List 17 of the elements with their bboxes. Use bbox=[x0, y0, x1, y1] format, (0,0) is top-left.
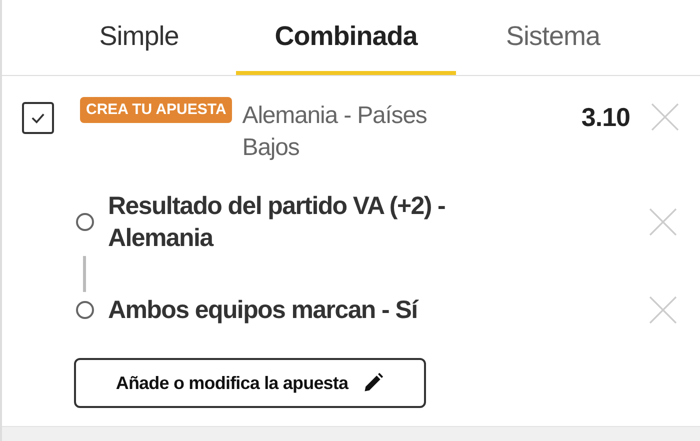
tab[interactable]: Combinada bbox=[236, 0, 456, 75]
badge: CREA TU APUESTA bbox=[80, 97, 232, 123]
close-icon[interactable] bbox=[648, 295, 678, 325]
close-icon[interactable] bbox=[648, 207, 678, 237]
selection-text: Ambos equipos marcan - Sí bbox=[108, 295, 420, 326]
edit-button[interactable]: Añade o modifica la apuesta bbox=[74, 358, 426, 408]
pencil-icon bbox=[362, 372, 384, 394]
checkbox[interactable] bbox=[22, 102, 54, 134]
tab[interactable]: Sistema bbox=[458, 0, 648, 75]
selection-text: Resultado del partido VA (+2) - Alemania bbox=[108, 191, 446, 254]
event-name: Alemania - Países Bajos bbox=[242, 101, 428, 163]
circle-icon bbox=[76, 213, 94, 231]
circle-icon bbox=[76, 301, 94, 319]
odds: 3.10 bbox=[581, 102, 630, 133]
tab[interactable]: Simple bbox=[44, 0, 234, 75]
close-icon[interactable] bbox=[650, 102, 680, 132]
connector-line bbox=[83, 256, 86, 292]
